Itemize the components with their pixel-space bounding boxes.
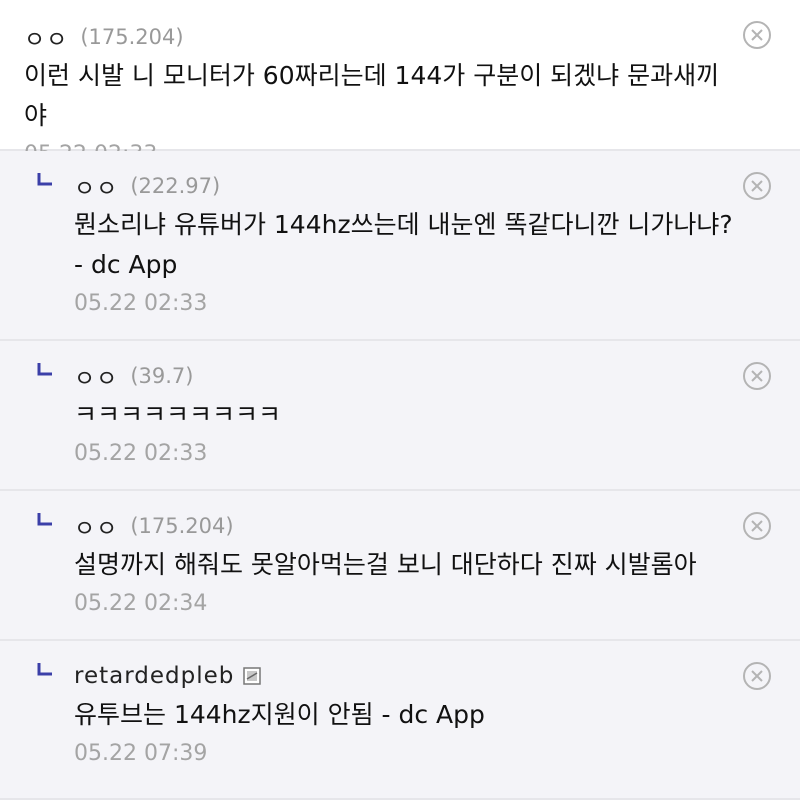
reply-nickname[interactable]: ㅇㅇ <box>74 169 118 203</box>
reply-arrow-icon <box>37 173 52 186</box>
delete-icon[interactable] <box>742 171 772 201</box>
reply-item: retardedpleb 유투브는 144hz지원이 안됨 - dc App 0… <box>0 641 800 800</box>
delete-icon[interactable] <box>742 511 772 541</box>
reply-header: retardedpleb <box>74 657 776 695</box>
comment-header: ㅇㅇ (175.204) <box>24 18 776 56</box>
reply-nickname[interactable]: ㅇㅇ <box>74 509 118 543</box>
reply-text: 설명까지 해줘도 못알아먹는걸 보니 대단하다 진짜 시발롬아 <box>74 550 697 579</box>
reply-nickname[interactable]: ㅇㅇ <box>74 359 118 393</box>
reply-text: 뭔소리냐 유튜버가 144hz쓰는데 내눈엔 똑같다니깐 니가나냐? - dc … <box>74 210 733 279</box>
comment-nickname[interactable]: ㅇㅇ <box>24 20 68 54</box>
reply-ip: (222.97) <box>130 174 221 198</box>
reply-nickname[interactable]: retardedpleb <box>74 663 234 689</box>
reply-date: 05.22 02:34 <box>74 591 208 616</box>
reply-header: ㅇㅇ (39.7) <box>74 357 776 395</box>
delete-icon[interactable] <box>742 361 772 391</box>
delete-icon[interactable] <box>742 661 772 691</box>
reply-item: ㅇㅇ (39.7) ㅋㅋㅋㅋㅋㅋㅋㅋㅋ 05.22 02:33 <box>0 341 800 491</box>
reply-item: ㅇㅇ (222.97) 뭔소리냐 유튜버가 144hz쓰는데 내눈엔 똑같다니깐… <box>0 151 800 341</box>
comment-item: ㅇㅇ (175.204) 이런 시발 니 모니터가 60짜리는데 144가 구분… <box>0 0 800 167</box>
reply-arrow-icon <box>37 363 52 376</box>
reply-date: 05.22 07:39 <box>74 741 208 766</box>
reply-ip: (175.204) <box>130 514 234 538</box>
reply-header: ㅇㅇ (222.97) <box>74 167 776 205</box>
reply-header: ㅇㅇ (175.204) <box>74 507 776 545</box>
comment-text: 이런 시발 니 모니터가 60짜리는데 144가 구분이 되겠냐 문과새끼야 <box>24 61 720 130</box>
reply-date: 05.22 02:33 <box>74 441 208 466</box>
comment-ip: (175.204) <box>80 25 184 49</box>
reply-text: 유투브는 144hz지원이 안됨 - dc App <box>74 700 485 729</box>
reply-arrow-icon <box>37 663 52 676</box>
reply-text: ㅋㅋㅋㅋㅋㅋㅋㅋㅋ <box>74 400 282 429</box>
reply-arrow-icon <box>37 513 52 526</box>
delete-icon[interactable] <box>742 20 772 50</box>
reply-item: ㅇㅇ (175.204) 설명까지 해줘도 못알아먹는걸 보니 대단하다 진짜 … <box>0 491 800 641</box>
reply-date: 05.22 02:33 <box>74 291 208 316</box>
comment-thread: ㅇㅇ (175.204) 이런 시발 니 모니터가 60짜리는데 144가 구분… <box>0 0 800 800</box>
gallog-icon[interactable] <box>242 666 262 686</box>
reply-ip: (39.7) <box>130 364 194 388</box>
